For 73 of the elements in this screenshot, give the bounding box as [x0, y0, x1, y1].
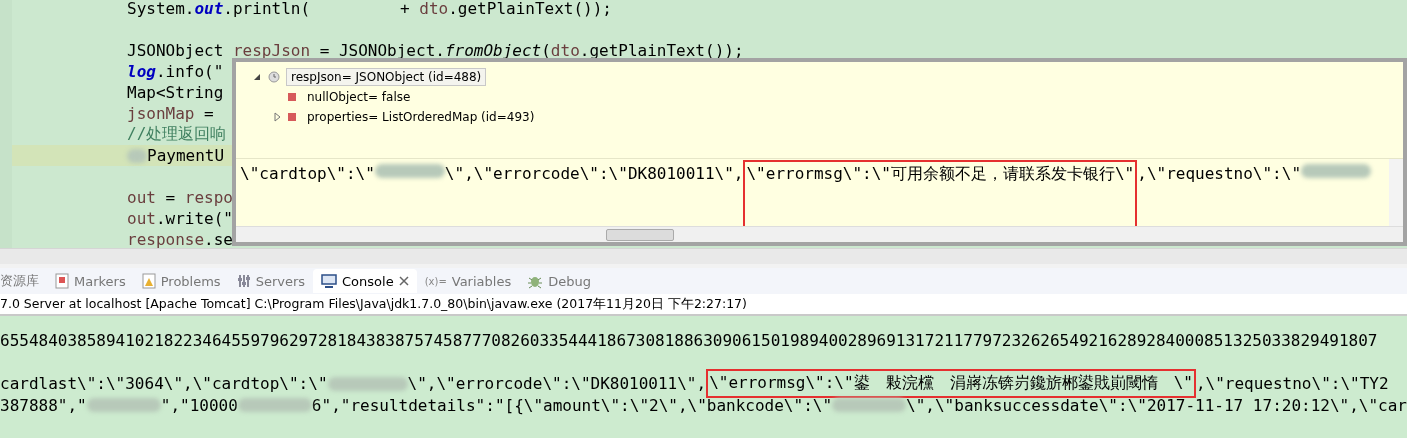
variables-icon: (x)= [424, 275, 447, 287]
tab-label: Markers [74, 273, 126, 289]
code-text: respJson [232, 41, 311, 60]
console-text: 65548403858941021822346455979629728184383875745877708260335444186730818863090615019894002896913172117797232626549216289284000851325033829491807 [0, 331, 1378, 351]
code-text: ( [541, 41, 551, 60]
view-tab[interactable]: Servers [228, 269, 314, 293]
markers-icon [55, 273, 69, 289]
console-text: 387888"," [0, 395, 87, 415]
code-text: .getPlainText()); [448, 0, 612, 18]
code-text: log [127, 62, 156, 81]
view-tab[interactable]: (x)= Variables [416, 269, 520, 293]
blurred-text [1301, 164, 1371, 178]
tab-label: Debug [548, 273, 591, 289]
console-text: ,\"requestno\":\"TY2 [1195, 374, 1389, 394]
code-text: fromObject [444, 41, 542, 60]
console-text: cardlast\":\"3064\",\"cardtop\":\" [0, 374, 328, 394]
view-tab[interactable]: Markers [47, 269, 134, 293]
variable-label[interactable]: respJson= JSONObject (id=488) [286, 68, 487, 86]
code-text: .se [204, 230, 233, 248]
view-tab[interactable]: Debug [519, 269, 599, 293]
tab-label: Servers [255, 273, 306, 289]
tab-label: Console [342, 273, 394, 289]
view-tab[interactable]: 资源库 [0, 269, 47, 293]
square-icon [288, 93, 296, 101]
blurred-text [374, 164, 445, 178]
console-text: \",\"errorcode\":\"DK8010011\", [407, 374, 707, 394]
code-text: .getPlainText()); [579, 41, 744, 60]
code-text: out [127, 209, 156, 228]
editor-scrollbar[interactable] [0, 248, 1407, 264]
code-text: out [127, 188, 156, 207]
code-text: //处理返回响 [127, 124, 227, 145]
code-text: = [164, 188, 177, 207]
vertical-scrollbar[interactable] [1389, 159, 1403, 226]
warning-icon [141, 273, 156, 289]
code-text: = JSONObject. [318, 41, 445, 60]
expanded-triangle-icon[interactable] [252, 72, 262, 82]
code-text: System. [127, 0, 195, 18]
tab-label: Problems [160, 273, 221, 289]
code-text: response [127, 230, 205, 248]
process-label: 7.0 Server at localhost [Apache Tomcat] C:\Program Files\Java\jdk1.7.0_80\bin\javaw.exe (2017年11月20日 下午2:27:17) [0, 295, 747, 313]
scrollbar-thumb[interactable] [606, 229, 674, 241]
close-icon[interactable] [398, 276, 409, 286]
code-text: jsonMap [127, 104, 195, 123]
code-text: Map<String [127, 83, 224, 102]
variable-label[interactable]: properties= ListOrderedMap (id=493) [302, 108, 540, 126]
variable-label[interactable]: nullObject= false [302, 88, 416, 106]
code-text: respo [184, 188, 233, 207]
console-text: ,\"requestno\":\" [1137, 164, 1301, 185]
code-text: .write(" [155, 209, 233, 228]
tab-label: Variables [451, 273, 512, 289]
sliders-icon [236, 274, 251, 288]
code-text: out [194, 0, 224, 18]
code-text: = [203, 104, 215, 123]
view-tab[interactable]: Problems [133, 269, 229, 293]
code-text: dto [419, 0, 449, 18]
collapsed-triangle-icon[interactable] [272, 112, 282, 122]
tab-label: 资源库 [0, 272, 39, 290]
monitor-icon [321, 274, 338, 288]
code-text: .info(" [155, 62, 224, 81]
code-text: + [400, 0, 411, 18]
clock-icon [268, 71, 280, 83]
console-text: \"cardtop\":\" [240, 164, 375, 185]
code-text: dto [550, 41, 580, 60]
console-text: \",\"errorcode\":\"DK8010011\", [444, 164, 744, 185]
square-icon [288, 113, 296, 121]
code-text: .println( [223, 0, 311, 18]
console-text: ","10000 [160, 395, 238, 415]
highlighted-error-text: \"errormsg\":\"鍙 敤浣欓 涓嶈冻锛岃鑱旂郴鍙戝崱閾惰 \" [706, 369, 1196, 399]
view-tab[interactable]: Console [313, 269, 417, 293]
blurred-text [127, 148, 147, 163]
code-text: PaymentU [147, 146, 225, 165]
horizontal-scrollbar[interactable] [236, 226, 1403, 242]
code-text: JSONObject [127, 41, 225, 60]
